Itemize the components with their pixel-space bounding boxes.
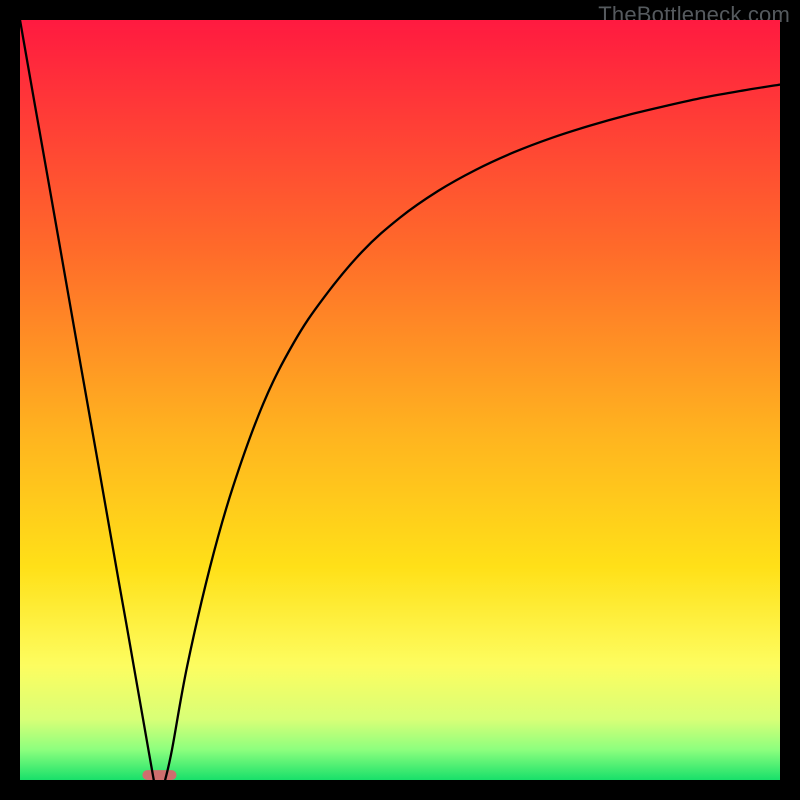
curve-series — [20, 20, 780, 780]
low-marker — [142, 770, 176, 780]
series-left-branch — [20, 20, 154, 780]
plot-area — [20, 20, 780, 780]
curve-layer — [20, 20, 780, 780]
chart-frame: TheBottleneck.com — [0, 0, 800, 800]
series-right-branch — [165, 85, 780, 780]
